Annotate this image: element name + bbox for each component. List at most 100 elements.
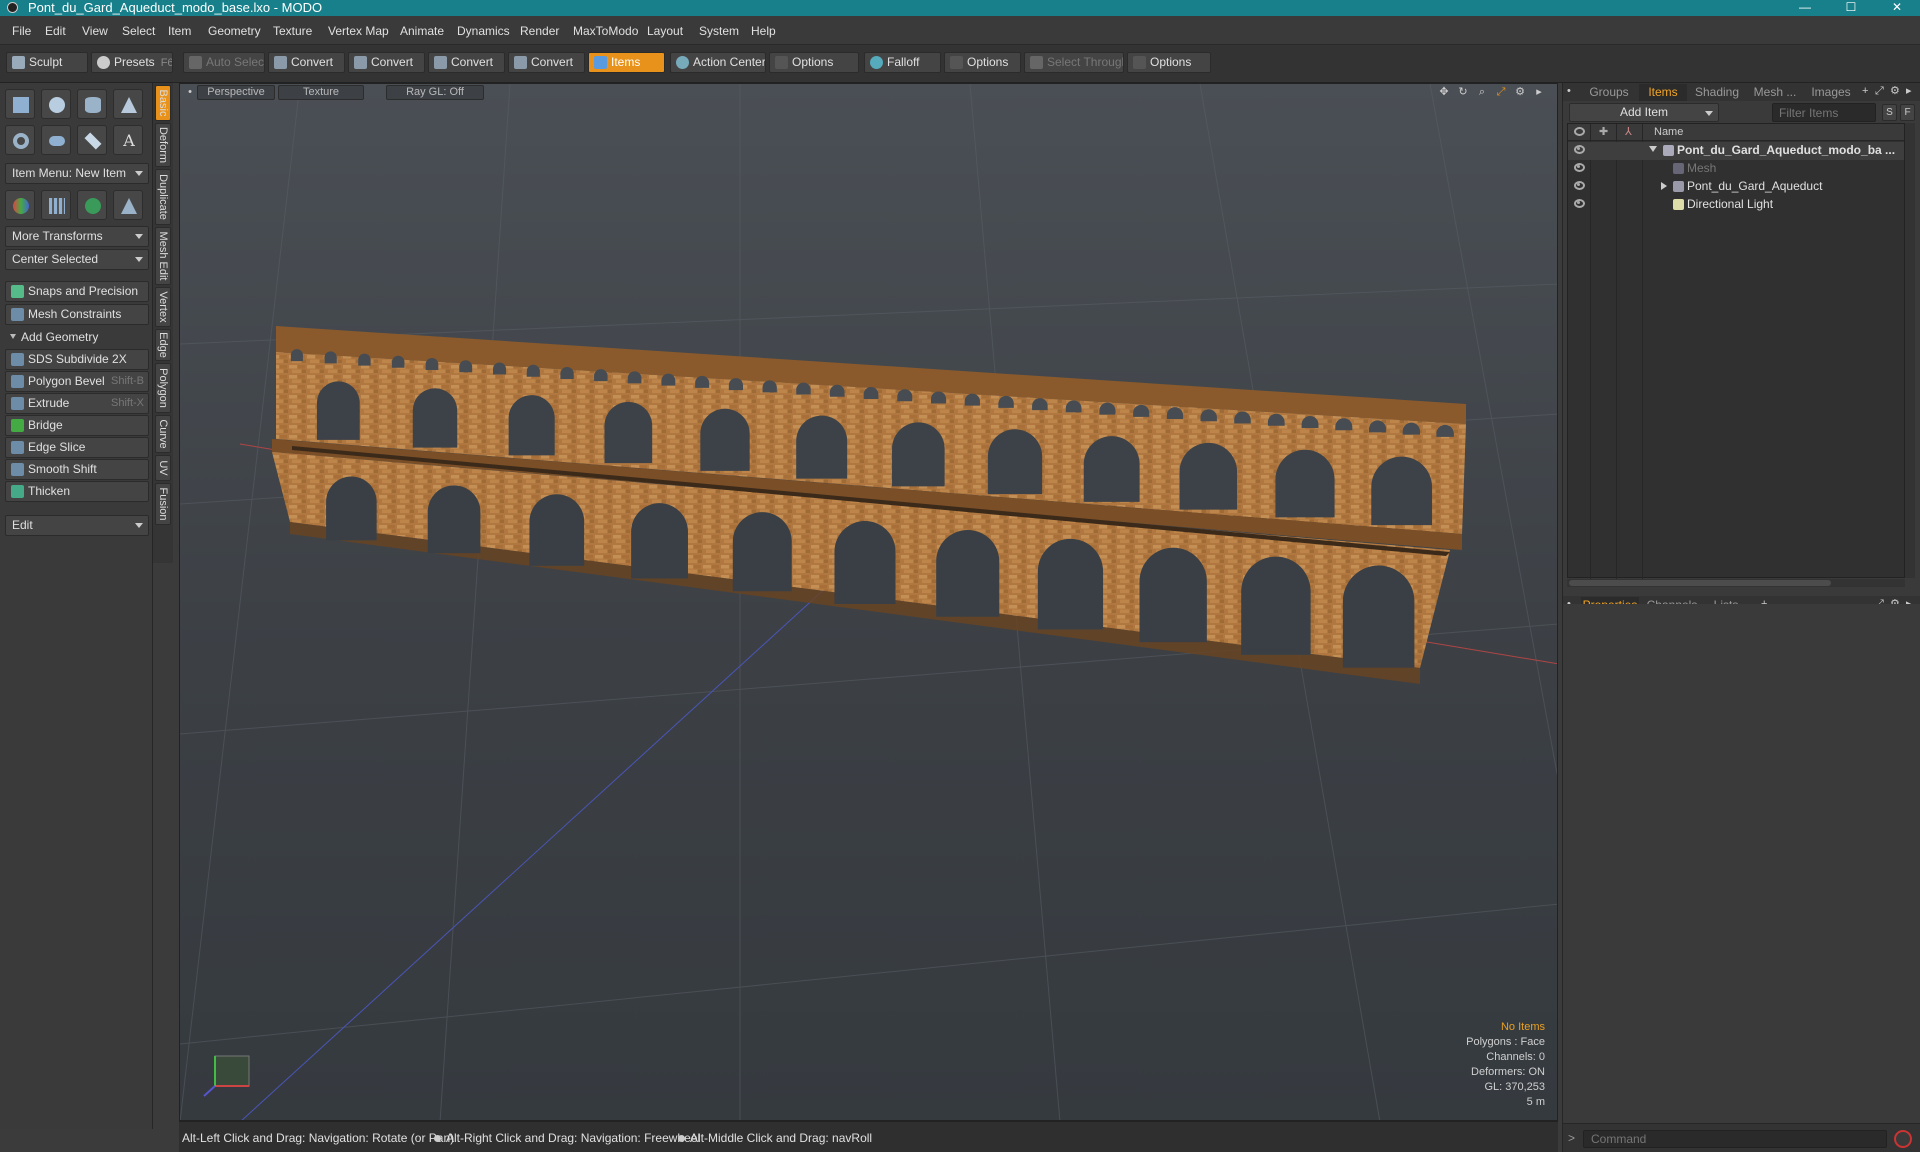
capsule-primitive-button[interactable] [41,125,71,155]
convert-button-4[interactable]: Convert [508,52,585,73]
tab-mesh[interactable]: Mesh ... [1747,84,1803,101]
type-column-icon[interactable]: ⅄ [1625,125,1632,138]
more-transforms-dropdown[interactable]: More Transforms [5,226,149,247]
tab-uv[interactable]: UV [155,455,171,481]
tab-edge[interactable]: Edge [155,329,171,361]
options-button-2[interactable]: Options [944,52,1021,73]
tab-fusion[interactable]: Fusion [155,483,171,525]
maximize-button[interactable]: ☐ [1828,0,1874,16]
cylinder-primitive-button[interactable] [77,89,107,119]
3d-viewport[interactable]: • Perspective Texture Ray GL: Off ✥ ↻ ⌕ … [179,83,1558,1121]
menu-dynamics[interactable]: Dynamics [457,24,510,38]
item-menu-dropdown[interactable]: Item Menu: New Item [5,163,149,184]
tree-row-aqueduct[interactable]: Pont_du_Gard_Aqueduct [1568,178,1904,196]
edit-dropdown[interactable]: Edit [5,515,149,536]
eye-icon[interactable] [1574,199,1585,208]
raygl-toggle[interactable]: Ray GL: Off [386,85,484,100]
menu-select[interactable]: Select [122,24,155,38]
name-column-header[interactable]: Name [1654,126,1683,138]
menu-layout[interactable]: Layout [647,24,683,38]
tab-curve[interactable]: Curve [155,415,171,453]
menu-system[interactable]: System [699,24,739,38]
options-button-1[interactable]: Options [769,52,859,73]
tab-vertex[interactable]: Vertex [155,287,171,327]
cube-primitive-button[interactable] [5,89,35,119]
extrude-button[interactable]: Extrude Shift-X [5,393,149,414]
maximize-panel-icon[interactable]: ⤢ [1875,85,1884,98]
menu-edit[interactable]: Edit [45,24,66,38]
viewport-menu-icon[interactable]: • [184,86,196,98]
center-selected-dropdown[interactable]: Center Selected [5,249,149,270]
visibility-column-icon[interactable] [1574,127,1585,136]
menu-render[interactable]: Render [520,24,559,38]
sphere-primitive-button[interactable] [41,89,71,119]
scroll-thumb[interactable] [1569,580,1831,586]
menu-item[interactable]: Item [168,24,191,38]
menu-texture[interactable]: Texture [273,24,312,38]
menu-help[interactable]: Help [751,24,776,38]
convert-button-2[interactable]: Convert [348,52,425,73]
falloff-button[interactable]: Falloff [864,52,941,73]
settings-icon[interactable]: ⚙ [1890,85,1900,98]
eye-icon[interactable] [1574,145,1585,154]
bridge-button[interactable]: Bridge [5,415,149,436]
convert-button-3[interactable]: Convert [428,52,505,73]
menu-view[interactable]: View [82,24,108,38]
text-tool-button[interactable]: A [113,125,143,155]
menu-file[interactable]: File [12,24,31,38]
eye-icon[interactable] [1574,163,1585,172]
smooth-shift-button[interactable]: Smooth Shift [5,459,149,480]
auto-select-button[interactable]: Auto Select [183,52,265,73]
expand-right-icon[interactable] [1661,182,1667,190]
tree-row-light[interactable]: Directional Light [1568,196,1904,214]
tree-row-mesh[interactable]: Mesh [1568,160,1904,178]
tree-scrollbar-vertical[interactable] [1905,123,1915,578]
scene-render[interactable] [180,84,1558,1121]
sculpt-button[interactable]: Sculpt [6,52,88,73]
presets-button[interactable]: Presets F6 [91,52,173,73]
cone-primitive-button[interactable] [113,89,143,119]
pen-tool-button[interactable] [77,125,107,155]
thicken-button[interactable]: Thicken [5,481,149,502]
options-button-3[interactable]: Options [1127,52,1211,73]
add-item-dropdown[interactable]: Add Item [1569,103,1719,122]
add-geometry-header[interactable]: Add Geometry [5,327,149,347]
command-history-button[interactable] [1894,1130,1912,1148]
grid-tool-button[interactable] [41,190,71,220]
expand-arrow-icon[interactable]: ▸ [1533,86,1545,98]
zoom-view-icon[interactable]: ⌕ [1476,86,1488,98]
transform-tool-button[interactable] [5,190,35,220]
rotate-view-icon[interactable]: ↻ [1457,86,1469,98]
expand-arrow-icon[interactable]: ▸ [1906,85,1912,98]
edge-slice-button[interactable]: Edge Slice [5,437,149,458]
tree-row-scene[interactable]: Pont_du_Gard_Aqueduct_modo_ba ... [1568,142,1904,160]
tab-shading[interactable]: Shading [1689,84,1745,101]
shading-dropdown[interactable]: Texture [278,85,364,100]
minimize-button[interactable]: — [1782,0,1828,16]
snaps-precision-button[interactable]: Snaps and Precision [5,281,149,302]
add-tab-icon[interactable]: + [1862,85,1868,98]
tree-scrollbar-horizontal[interactable] [1567,579,1905,587]
filter-f-button[interactable]: F [1900,104,1915,121]
settings-icon[interactable]: ⚙ [1514,86,1526,98]
items-mode-button[interactable]: Items [588,52,665,73]
eye-icon[interactable] [1574,181,1585,190]
menu-vertex-map[interactable]: Vertex Map [328,24,389,38]
polygon-bevel-button[interactable]: Polygon Bevel Shift-B [5,371,149,392]
menu-maxtomodo[interactable]: MaxToModo [573,24,638,38]
tab-basic[interactable]: Basic [155,85,171,121]
convert-button-1[interactable]: Convert [268,52,345,73]
torus-primitive-button[interactable] [5,125,35,155]
lock-column-icon[interactable]: ✚ [1599,125,1608,138]
tab-mesh-edit[interactable]: Mesh Edit [155,227,171,285]
action-center-button[interactable]: Action Center [670,52,766,73]
command-input[interactable] [1583,1130,1887,1148]
select-through-button[interactable]: Select Through [1024,52,1124,73]
panel-menu-icon[interactable]: • [1567,85,1571,98]
close-button[interactable]: ✕ [1874,0,1920,16]
tab-groups[interactable]: Groups [1581,84,1637,101]
sds-subdivide-button[interactable]: SDS Subdivide 2X [5,349,149,370]
filter-items-input[interactable] [1772,103,1876,122]
tab-images[interactable]: Images [1805,84,1857,101]
maximize-view-icon[interactable]: ⤢ [1495,86,1507,98]
